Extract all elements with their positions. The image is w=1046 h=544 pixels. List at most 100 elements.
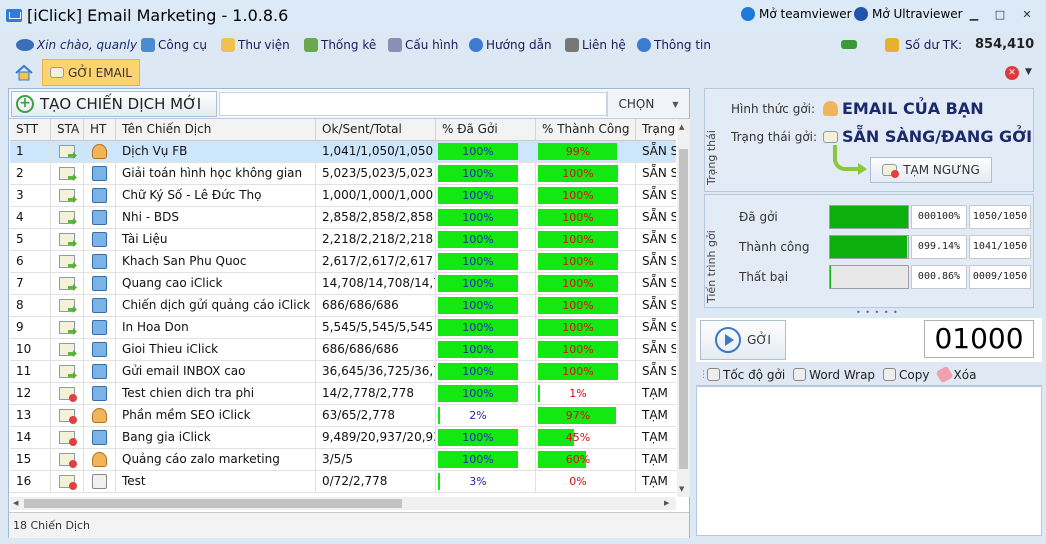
- people-icon: [92, 408, 107, 423]
- greeting[interactable]: Xin chào, quanly: [16, 38, 137, 52]
- send-button[interactable]: GỞI: [700, 320, 786, 360]
- table-row[interactable]: 13 Phần mềm SEO iClick 63/65/2,778 2% 97% TẠM: [10, 405, 676, 427]
- cell-sta[interactable]: [51, 317, 84, 339]
- cell-sta[interactable]: [51, 339, 84, 361]
- cell-sta[interactable]: [51, 185, 84, 207]
- vertical-scroll-thumb[interactable]: [679, 149, 688, 469]
- cell-sta[interactable]: [51, 361, 84, 383]
- email-paused-icon: [59, 431, 77, 446]
- table-row[interactable]: 11 Gửi email INBOX cao36,645/36,725/36,72…: [10, 361, 676, 383]
- log-textarea[interactable]: [696, 386, 1042, 536]
- horizontal-scrollbar[interactable]: ◀ ▶: [10, 497, 676, 510]
- scroll-up-icon[interactable]: ▲: [679, 123, 684, 131]
- coins-icon: [885, 38, 899, 52]
- menu-library-label: Thư viện: [238, 38, 290, 52]
- progress-bar: 100%: [438, 363, 518, 380]
- balance-label: Số dư TK:: [905, 38, 963, 52]
- teamviewer-icon: [741, 7, 755, 21]
- col-ht[interactable]: HT: [84, 119, 116, 141]
- progress-bar: 100%: [438, 187, 518, 204]
- cell-counts: 0/72/2,778: [316, 471, 436, 493]
- cell-sta[interactable]: [51, 229, 84, 251]
- horizontal-scroll-thumb[interactable]: [24, 499, 402, 508]
- scroll-right-icon[interactable]: ▶: [664, 499, 669, 507]
- col-sta[interactable]: STA: [51, 119, 84, 141]
- table-row[interactable]: 4 Nhi - BDS 2,858/2,858/2,858 100% 100% SẴN S: [10, 207, 676, 229]
- table-row[interactable]: 15 Quảng cáo zalo marketing 3/5/5 100% 60% TẠ…: [10, 449, 676, 471]
- table-row[interactable]: 5 Tài Liệu 2,218/2,218/2,218 100% 100% SẴN S: [10, 229, 676, 251]
- campaign-name-input[interactable]: [219, 92, 607, 116]
- progress-bar: 3%: [438, 473, 518, 490]
- cell-name: Test: [116, 471, 316, 493]
- cell-sta[interactable]: [51, 471, 84, 493]
- chevron-down-icon[interactable]: ▼: [1025, 67, 1032, 77]
- table-row[interactable]: 14 Bang gia iClick 9,489/20,937/20,937 100%…: [10, 427, 676, 449]
- cell-state: TẠM: [636, 383, 676, 405]
- table-row[interactable]: 16 Test 0/72/2,778 3% 0% TẠM: [10, 471, 676, 493]
- menu-info[interactable]: Thông tin: [637, 38, 711, 52]
- cell-sta[interactable]: [51, 273, 84, 295]
- table-row[interactable]: 10 Gioi Thieu iClick 686/686/686 100% 100% SẴ…: [10, 339, 676, 361]
- copy-button[interactable]: Copy: [883, 368, 930, 382]
- greeting-text: Xin chào, quanly: [37, 38, 138, 52]
- menu-contact[interactable]: Liên hệ: [565, 38, 626, 52]
- vertical-scrollbar[interactable]: ▲ ▼: [677, 119, 690, 497]
- cell-sta[interactable]: [51, 295, 84, 317]
- menu-tools[interactable]: Công cụ: [141, 38, 207, 52]
- open-teamviewer-button[interactable]: Mở teamviewer: [741, 7, 852, 21]
- create-campaign-button[interactable]: + TẠO CHIẾN DỊCH MỚI: [11, 91, 217, 117]
- cell-sta[interactable]: [51, 405, 84, 427]
- cell-sta[interactable]: [51, 207, 84, 229]
- col-state[interactable]: Trạng: [636, 119, 676, 141]
- splitter-grip[interactable]: • • • • •: [856, 308, 899, 317]
- cell-sent-pct: 100%: [436, 383, 536, 405]
- table-row[interactable]: 6 Khach San Phu Quoc 2,617/2,617/2,617 100%…: [10, 251, 676, 273]
- close-icon[interactable]: ✕: [1019, 8, 1035, 22]
- cell-ok-pct: 100%: [536, 207, 636, 229]
- close-tab-icon[interactable]: ✕: [1005, 66, 1019, 80]
- table-row[interactable]: 3 Chữ Ký Số - Lê Đức Thọ 1,000/1,000/1,000…: [10, 185, 676, 207]
- tab-send-email[interactable]: GỞI EMAIL: [42, 59, 140, 86]
- cell-state: SẴN S: [636, 317, 676, 339]
- cell-counts: 14,708/14,708/14,708: [316, 273, 436, 295]
- menu-help[interactable]: Hướng dẫn: [469, 38, 552, 52]
- table-row[interactable]: 9 In Hoa Don 5,545/5,545/5,545 100% 100% SẴN …: [10, 317, 676, 339]
- pause-button[interactable]: TẠM NGƯNG: [870, 157, 992, 183]
- campaign-count: 18 Chiến Dịch: [13, 519, 90, 532]
- col-stt[interactable]: STT: [10, 119, 51, 141]
- minimize-icon[interactable]: ▁: [966, 8, 982, 22]
- table-row[interactable]: 1 Dịch Vụ FB 1,041/1,050/1,050 100% 99% SẴN S: [10, 141, 676, 163]
- cell-stt: 10: [10, 339, 51, 361]
- word-wrap-button[interactable]: Word Wrap: [793, 368, 875, 382]
- clear-button[interactable]: Xóa: [935, 365, 976, 384]
- col-name[interactable]: Tên Chiến Dịch: [116, 119, 316, 141]
- email-paused-icon: [59, 387, 77, 402]
- speed-button[interactable]: Tốc độ gởi: [707, 368, 785, 382]
- home-icon[interactable]: [14, 64, 34, 82]
- cell-sta[interactable]: [51, 383, 84, 405]
- cell-sta[interactable]: [51, 427, 84, 449]
- cell-ok-pct: 0%: [536, 471, 636, 493]
- cell-sta[interactable]: [51, 141, 84, 163]
- menu-stats[interactable]: Thống kê: [304, 38, 376, 52]
- progress-bar: 0%: [538, 473, 618, 490]
- cell-sta[interactable]: [51, 251, 84, 273]
- email-paused-icon: [59, 475, 77, 490]
- menu-library[interactable]: Thư viện: [221, 38, 290, 52]
- cell-sta[interactable]: [51, 163, 84, 185]
- table-row[interactable]: 12 Test chien dich tra phi 14/2,778/2,778 1…: [10, 383, 676, 405]
- table-row[interactable]: 2 Giải toán hình học không gian 5,023/5,02…: [10, 163, 676, 185]
- table-row[interactable]: 8 Chiến dịch gửi quảng cáo iClick 686/686/…: [10, 295, 676, 317]
- scroll-left-icon[interactable]: ◀: [13, 499, 18, 507]
- maximize-icon[interactable]: □: [992, 8, 1008, 22]
- open-ultraviewer-button[interactable]: Mở Ultraviewer: [854, 7, 963, 21]
- scroll-down-icon[interactable]: ▼: [679, 485, 684, 493]
- cell-sta[interactable]: [51, 449, 84, 471]
- col-ok-pct[interactable]: % Thành Công: [536, 119, 636, 141]
- menu-config[interactable]: Cấu hình: [388, 38, 458, 52]
- col-counts[interactable]: Ok/Sent/Total: [316, 119, 436, 141]
- choose-dropdown[interactable]: CHỌN ▼: [607, 91, 689, 117]
- col-sent-pct[interactable]: % Đã Gởi: [436, 119, 536, 141]
- table-row[interactable]: 7 Quang cao iClick14,708/14,708/14,708 100…: [10, 273, 676, 295]
- progress-text: 100%: [562, 343, 594, 356]
